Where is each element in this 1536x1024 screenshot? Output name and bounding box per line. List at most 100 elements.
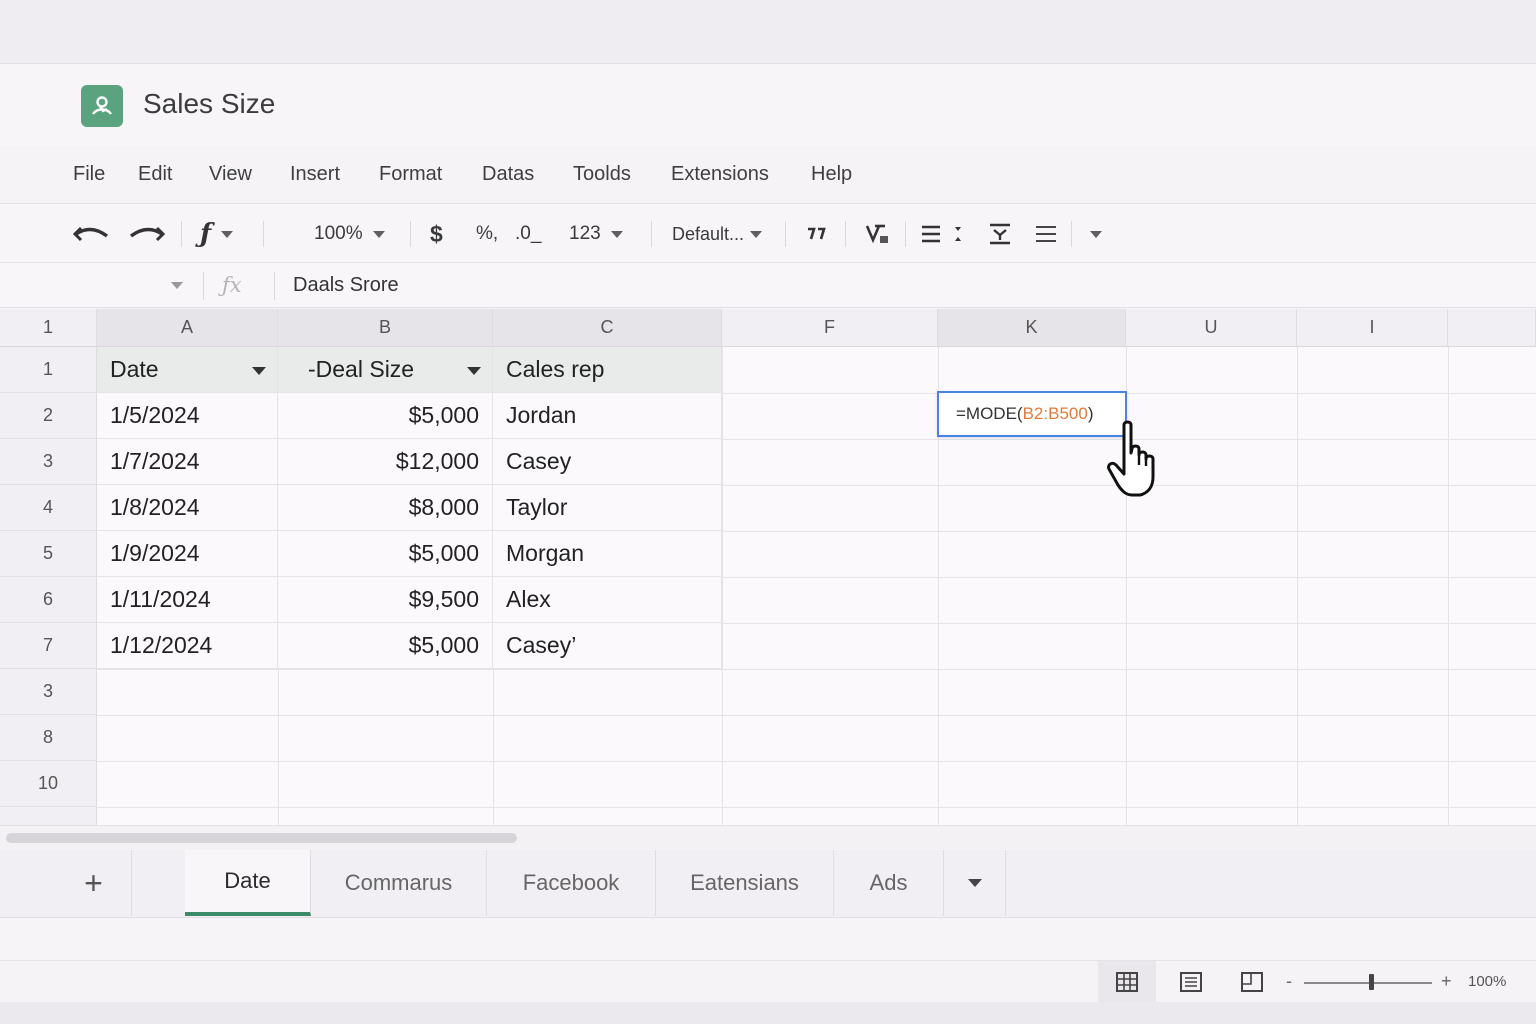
grid-line [722, 531, 1536, 532]
column-header-blank[interactable] [1448, 309, 1536, 347]
menu-format[interactable]: Format [379, 163, 442, 186]
table-cell[interactable]: $9,500 [278, 577, 493, 623]
toolbar-separator [1071, 221, 1072, 247]
table-cell[interactable]: Taylor [493, 485, 722, 531]
number-format-select[interactable]: 123 [569, 205, 623, 263]
row-header[interactable]: 1 [0, 347, 97, 393]
table-cell[interactable]: Casey’ [493, 623, 722, 669]
spreadsheet-grid[interactable]: 1 A B C F K U I 1 2 3 4 5 6 7 3 8 10 Dat… [0, 309, 1536, 825]
column-header-i[interactable]: I [1297, 309, 1448, 347]
row-header[interactable]: 10 [0, 761, 97, 807]
toolbar-separator [263, 221, 264, 247]
zoom-slider-track[interactable] [1304, 982, 1432, 984]
column-header-a[interactable]: A [97, 309, 278, 347]
table-cell[interactable]: 1/5/2024 [97, 393, 278, 439]
font-label: Default... [672, 223, 745, 244]
currency-format-button[interactable]: $ [430, 205, 443, 263]
zoom-value: 100% [314, 223, 363, 244]
scrollbar-thumb[interactable] [6, 833, 517, 843]
font-select[interactable]: Default... [672, 205, 763, 263]
column-header-f[interactable]: F [722, 309, 938, 347]
sheet-tab-commarus[interactable]: Commarus [311, 850, 487, 916]
table-cell[interactable]: Alex [493, 577, 722, 623]
clear-format-icon[interactable] [865, 205, 891, 263]
quote-icon[interactable] [805, 205, 827, 263]
function-icon[interactable]: ƒ [200, 205, 234, 263]
add-sheet-button[interactable]: + [56, 850, 132, 916]
menu-view[interactable]: View [209, 163, 252, 186]
document-title[interactable]: Sales Size [143, 88, 275, 120]
row-header[interactable]: 7 [0, 623, 97, 669]
header-cell-sales-rep[interactable]: Cales rep [493, 347, 722, 393]
menu-file[interactable]: File [73, 163, 105, 186]
menu-data[interactable]: Datas [482, 163, 534, 186]
sheet-tab-eatensians[interactable]: Eatensians [656, 850, 834, 916]
menu-help[interactable]: Help [811, 163, 852, 186]
table-cell[interactable]: $12,000 [278, 439, 493, 485]
active-formula-cell[interactable]: =MODE(B2:B500) [937, 391, 1127, 437]
row-header[interactable]: 3 [0, 439, 97, 485]
menu-edit[interactable]: Edit [138, 163, 172, 186]
toolbar-separator [410, 221, 411, 247]
horizontal-scrollbar[interactable] [0, 825, 1536, 849]
bottom-strip [0, 1002, 1536, 1024]
row-header[interactable]: 8 [0, 715, 97, 761]
filter-chevron-down-icon[interactable] [252, 367, 266, 375]
grid-view-icon[interactable] [1098, 961, 1156, 1003]
sheet-tab-ads[interactable]: Ads [834, 850, 944, 916]
align-icon[interactable] [920, 205, 966, 263]
column-header-b[interactable]: B [278, 309, 493, 347]
table-cell[interactable]: 1/9/2024 [97, 531, 278, 577]
table-cell[interactable]: $8,000 [278, 485, 493, 531]
wrap-icon[interactable] [1034, 205, 1058, 263]
row-header[interactable]: 3 [0, 669, 97, 715]
table-cell[interactable]: 1/7/2024 [97, 439, 278, 485]
sheets-logo-icon[interactable] [81, 85, 123, 127]
row-header[interactable]: 4 [0, 485, 97, 531]
menu-insert[interactable]: Insert [290, 163, 340, 186]
sheet-list-chevron-down-icon[interactable] [944, 850, 1006, 916]
table-cell[interactable]: 1/11/2024 [97, 577, 278, 623]
corner-header[interactable]: 1 [0, 309, 97, 347]
vertical-align-icon[interactable] [988, 205, 1012, 263]
row-header[interactable] [0, 807, 97, 825]
row-header[interactable]: 6 [0, 577, 97, 623]
page-view-icon[interactable] [1224, 961, 1280, 1003]
table-cell[interactable]: $5,000 [278, 623, 493, 669]
table-cell[interactable]: Morgan [493, 531, 722, 577]
title-bar: Sales Size [0, 64, 1536, 146]
table-cell[interactable]: $5,000 [278, 393, 493, 439]
table-cell[interactable]: 1/12/2024 [97, 623, 278, 669]
more-tools-chevron-down-icon[interactable] [1080, 205, 1102, 263]
table-cell[interactable]: 1/8/2024 [97, 485, 278, 531]
name-box-chevron-down-icon[interactable] [171, 282, 183, 289]
row-header[interactable]: 2 [0, 393, 97, 439]
formula-bar-separator [203, 272, 204, 300]
zoom-slider-handle[interactable] [1369, 974, 1374, 990]
filter-chevron-down-icon[interactable] [467, 367, 481, 375]
zoom-select[interactable]: 100% [314, 205, 385, 263]
menu-tools[interactable]: Toolds [573, 163, 631, 186]
header-cell-date[interactable]: Date [97, 347, 278, 393]
table-cell[interactable]: Casey [493, 439, 722, 485]
column-header-c[interactable]: C [493, 309, 722, 347]
table-cell[interactable]: $5,000 [278, 531, 493, 577]
menu-extensions[interactable]: Extensions [671, 163, 769, 186]
toolbar-separator [785, 221, 786, 247]
toolbar-separator [181, 221, 182, 247]
percent-format-button[interactable]: %, [476, 205, 498, 263]
sheet-tab-facebook[interactable]: Facebook [487, 850, 656, 916]
zoom-out-button[interactable]: - [1286, 971, 1292, 992]
row-header[interactable]: 5 [0, 531, 97, 577]
decimal-format-button[interactable]: .0_ [515, 205, 541, 263]
undo-icon[interactable] [73, 205, 111, 263]
table-cell[interactable]: Jordan [493, 393, 722, 439]
column-header-k[interactable]: K [938, 309, 1126, 347]
formula-input[interactable]: Daals Srore [293, 274, 399, 297]
zoom-in-button[interactable]: + [1441, 971, 1452, 992]
column-header-u[interactable]: U [1126, 309, 1297, 347]
header-cell-deal-size[interactable]: -Deal Size [278, 347, 493, 393]
redo-icon[interactable] [127, 205, 165, 263]
sheet-tab-date[interactable]: Date [185, 850, 311, 916]
list-view-icon[interactable] [1162, 961, 1220, 1003]
